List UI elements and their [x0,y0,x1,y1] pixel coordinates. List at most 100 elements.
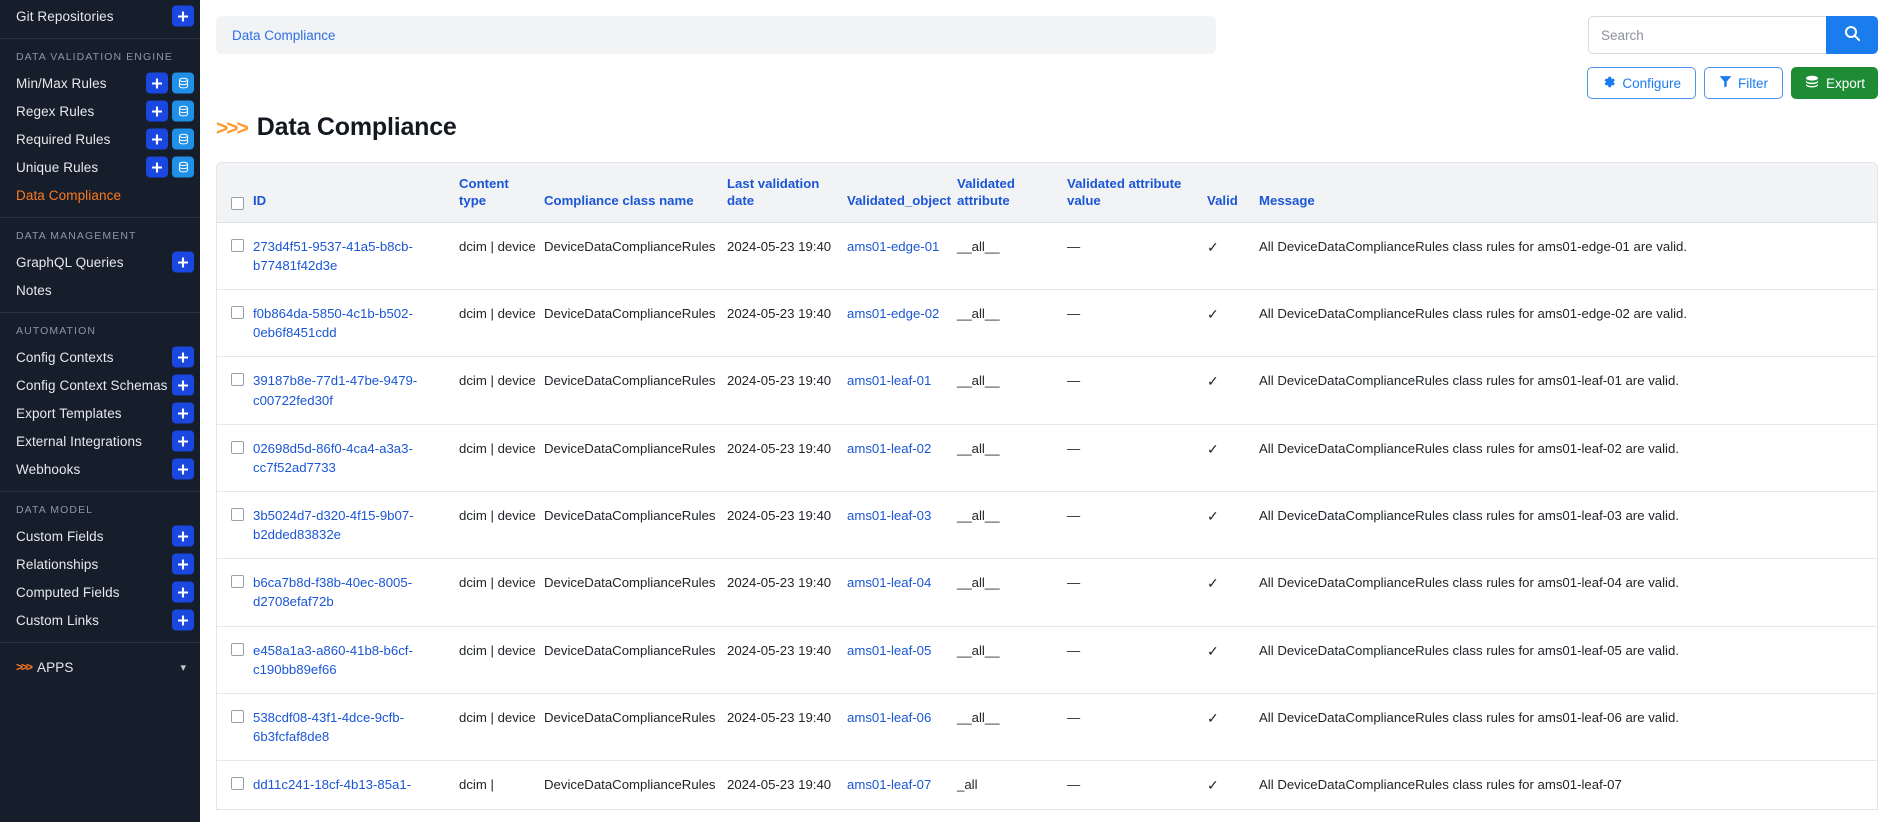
cell-validated-attribute: __all__ [957,558,1067,627]
filter-button-label: Filter [1737,75,1768,91]
sidebar-item-actions [146,128,200,150]
validated-object-link[interactable]: ams01-leaf-07 [847,777,931,792]
add-icon[interactable] [172,430,194,452]
cell-validated-object: ams01-leaf-05 [847,626,957,694]
sidebar-item-actions [172,346,200,368]
configure-button[interactable]: Configure [1587,67,1696,99]
id-link[interactable]: b6ca7b8d-f38b-40ec-8005-d2708efaf72b [253,575,412,609]
add-icon[interactable] [146,72,168,94]
database-import-icon[interactable] [172,128,194,150]
sidebar-item-required-rules[interactable]: Required Rules [0,125,200,153]
row-select-cell [217,356,253,425]
select-all-checkbox[interactable] [231,196,244,210]
cell-message: All DeviceDataComplianceRules class rule… [1259,289,1877,358]
column-header-message[interactable]: Message [1259,163,1877,223]
sidebar-item-data-compliance[interactable]: Data Compliance [0,181,200,209]
sidebar-item-min-max-rules[interactable]: Min/Max Rules [0,69,200,97]
sidebar-item-export-templates[interactable]: Export Templates [0,399,200,427]
sidebar-item-notes[interactable]: Notes [0,276,200,304]
id-link[interactable]: 3b5024d7-d320-4f15-9b07-b2dded83832e [253,508,414,542]
add-icon[interactable] [172,346,194,368]
validated-object-link[interactable]: ams01-leaf-06 [847,710,931,725]
row-select-checkbox[interactable] [231,306,244,320]
sidebar-section-title: DATA VALIDATION ENGINE [16,51,174,63]
row-select-cell [217,626,253,694]
cell-valid: ✓ [1207,693,1259,762]
column-header-last-validation-date[interactable]: Last validation date [727,163,847,223]
chevron-down-icon[interactable]: ▾ [180,661,186,674]
database-import-icon[interactable] [172,100,194,122]
add-icon[interactable] [172,402,194,424]
id-link[interactable]: dd11c241-18cf-4b13-85a1- [253,777,411,792]
column-header-valid[interactable]: Valid [1207,163,1259,223]
add-icon[interactable] [172,5,194,27]
validated-object-link[interactable]: ams01-leaf-02 [847,441,931,456]
column-header-id[interactable]: ID [253,163,459,223]
validated-object-link[interactable]: ams01-leaf-03 [847,508,931,523]
sidebar-item-custom-fields[interactable]: Custom Fields [0,522,200,550]
row-select-checkbox[interactable] [231,507,244,521]
column-header-validated-object[interactable]: Validated_object [847,163,957,223]
add-icon[interactable] [172,458,194,480]
export-button-label: Export [1825,75,1865,91]
filter-button[interactable]: Filter [1703,67,1783,99]
validated-object-link[interactable]: ams01-edge-01 [847,239,939,254]
sidebar-item-regex-rules[interactable]: Regex Rules [0,97,200,125]
add-icon[interactable] [146,128,168,150]
row-select-checkbox[interactable] [231,440,244,454]
cell-content-type: dcim | [459,777,494,793]
row-select-checkbox[interactable] [231,238,244,252]
id-link[interactable]: 39187b8e-77d1-47be-9479-c00722fed30f [253,373,417,407]
cell-id: f0b864da-5850-4c1b-b502-0eb6f8451cdd [253,289,459,358]
search-input[interactable] [1588,16,1826,54]
sidebar-item-label: Notes [16,282,52,298]
cell-compliance-class-name: DeviceDataComplianceRules [544,222,727,291]
search-button[interactable] [1826,16,1878,54]
cell-content-type: dcim | device [459,222,544,291]
database-import-icon[interactable] [172,156,194,178]
validated-object-link[interactable]: ams01-edge-02 [847,306,939,321]
sidebar: Git Repositories DATA VALIDATION ENGINE … [0,0,200,822]
row-select-checkbox[interactable] [231,373,244,387]
cell-message: All DeviceDataComplianceRules class rule… [1259,626,1877,694]
cell-message: All DeviceDataComplianceRules class rule… [1259,222,1877,291]
sidebar-item-unique-rules[interactable]: Unique Rules [0,153,200,181]
validated-object-link[interactable]: ams01-leaf-05 [847,643,931,658]
column-header-content-type[interactable]: Content type [459,163,544,223]
validated-object-link[interactable]: ams01-leaf-04 [847,575,931,590]
row-select-checkbox[interactable] [231,575,244,589]
id-link[interactable]: 273d4f51-9537-41a5-b8cb-b77481f42d3e [253,239,413,273]
add-icon[interactable] [172,251,194,273]
sidebar-item-relationships[interactable]: Relationships [0,550,200,578]
id-link[interactable]: 02698d5d-86f0-4ca4-a3a3-cc7f52ad7733 [253,441,413,475]
sidebar-item-config-context-schemas[interactable]: Config Context Schemas [0,371,200,399]
id-link[interactable]: f0b864da-5850-4c1b-b502-0eb6f8451cdd [253,306,413,340]
column-header-validated-attribute[interactable]: Validated attribute [957,163,1067,223]
sidebar-item-computed-fields[interactable]: Computed Fields [0,578,200,606]
row-select-checkbox[interactable] [231,642,244,656]
row-select-checkbox[interactable] [231,709,244,723]
column-header-validated-attribute-value[interactable]: Validated attribute value [1067,163,1207,223]
add-icon[interactable] [172,553,194,575]
id-link[interactable]: e458a1a3-a860-41b8-b6cf-c190bb89ef66 [253,643,413,677]
sidebar-item-webhooks[interactable]: Webhooks [0,455,200,483]
add-icon[interactable] [172,525,194,547]
breadcrumb-link-data-compliance[interactable]: Data Compliance [232,28,336,43]
add-icon[interactable] [172,374,194,396]
sidebar-item-external-integrations[interactable]: External Integrations [0,427,200,455]
row-select-checkbox[interactable] [231,777,244,791]
database-import-icon[interactable] [172,72,194,94]
sidebar-item-graphql-queries[interactable]: GraphQL Queries [0,248,200,276]
add-icon[interactable] [146,100,168,122]
sidebar-item-git-repositories[interactable]: Git Repositories [0,2,200,30]
column-header-compliance-class-name[interactable]: Compliance class name [544,163,727,223]
add-icon[interactable] [146,156,168,178]
sidebar-item-apps[interactable]: >>> APPS ▾ [0,653,200,681]
sidebar-item-custom-links[interactable]: Custom Links [0,606,200,634]
add-icon[interactable] [172,609,194,631]
export-button[interactable]: Export [1790,67,1878,99]
sidebar-item-config-contexts[interactable]: Config Contexts [0,343,200,371]
validated-object-link[interactable]: ams01-leaf-01 [847,373,931,388]
id-link[interactable]: 538cdf08-43f1-4dce-9cfb-6b3fcfaf8de8 [253,710,404,744]
add-icon[interactable] [172,581,194,603]
